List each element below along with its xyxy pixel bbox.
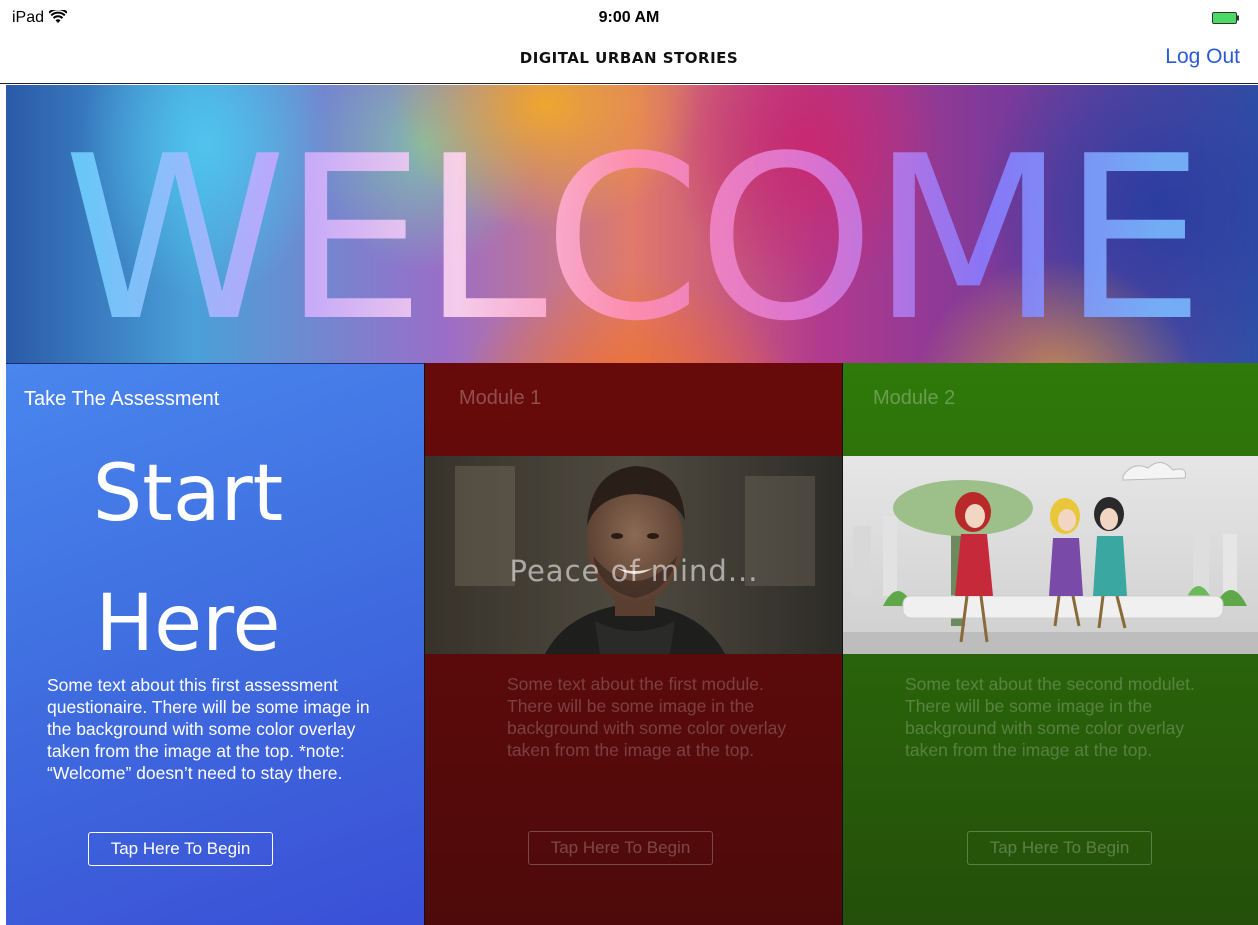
module-1-image: Peace of mind...	[425, 456, 842, 654]
module-2-image	[843, 456, 1258, 654]
panel-title: Module 2	[873, 387, 956, 409]
start-here-headline-line-1: Start	[92, 449, 284, 539]
module-2-panel[interactable]: Module 2 Some text about the second modu…	[842, 363, 1258, 925]
panel-description: Some text about the first module. There …	[507, 674, 787, 760]
start-here-headline-line-2: Here	[95, 579, 281, 669]
status-bar: iPad 9:00 AM	[0, 0, 1258, 34]
status-time: 9:00 AM	[598, 9, 660, 26]
panel-description: Some text about the second modulet. Ther…	[905, 674, 1195, 760]
panel-title: Take The Assessment	[24, 388, 220, 410]
panel-description: Some text about this first assessment qu…	[47, 675, 370, 783]
welcome-banner: WELCOME	[6, 85, 1258, 363]
module-1-image-caption: Peace of mind...	[509, 554, 759, 588]
begin-module-2-button[interactable]: Tap Here To Begin	[967, 831, 1152, 865]
battery-full-icon	[1212, 12, 1239, 24]
begin-assessment-button[interactable]: Tap Here To Begin	[88, 832, 273, 866]
welcome-text: WELCOME	[6, 127, 1258, 353]
panel-title: Module 1	[459, 387, 542, 409]
logout-button[interactable]: Log Out	[1165, 45, 1240, 69]
begin-module-1-button[interactable]: Tap Here To Begin	[528, 831, 713, 865]
navigation-bar: DIGITAL URBAN STORIES Log Out	[0, 34, 1258, 84]
assessment-panel[interactable]: Take The Assessment Start Here Some text…	[6, 363, 424, 925]
app-title: DIGITAL URBAN STORIES	[519, 49, 739, 67]
module-1-panel[interactable]: Module 1 Peace of mind... Some text abou…	[424, 363, 842, 925]
